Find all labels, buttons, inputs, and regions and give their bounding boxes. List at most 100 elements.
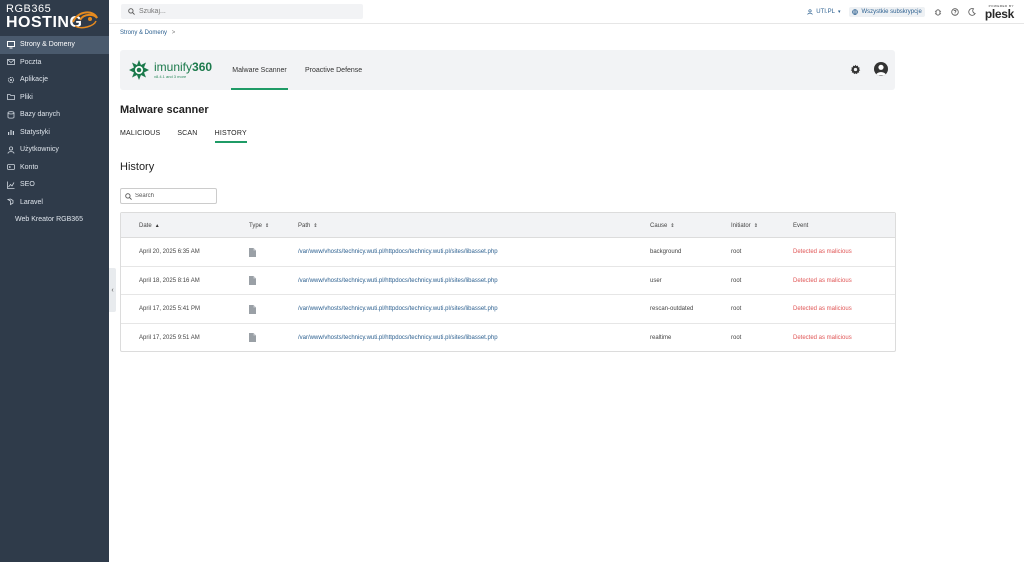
database-icon (7, 110, 15, 119)
cell-date: April 20, 2025 6:35 AM (139, 249, 200, 256)
history-search[interactable] (120, 188, 217, 204)
sort-asc-icon: ▲ (154, 222, 160, 229)
table-row: April 17, 2025 5:41 PM /var/www/vhosts/t… (121, 295, 895, 324)
column-path-label: Path (298, 222, 311, 229)
imunify-logo[interactable]: imunify360 v8.4.1 and 3 more (128, 59, 212, 81)
column-event-label: Event (793, 222, 809, 229)
gear-icon (7, 76, 15, 83)
cell-event: Detected as malicious (793, 277, 852, 284)
history-table: Date ▲ Type ⇕ Path ⇕ Cause ⇕ Initiator ⇕ Even… (120, 212, 896, 352)
avatar[interactable] (874, 62, 888, 76)
bug-icon[interactable] (934, 8, 942, 16)
sidebar-item-label: Statystyki (20, 128, 50, 136)
cell-initiator: root (731, 249, 742, 256)
plesk-logo: POWERED BY plesk (984, 4, 1014, 21)
sort-icon: ⇕ (753, 222, 758, 229)
sidebar-item-seo[interactable]: SEO (0, 176, 109, 194)
sidebar-item-domains[interactable]: Strony & Domeny (0, 36, 109, 54)
file-icon[interactable] (249, 247, 256, 257)
cell-type (249, 324, 256, 353)
sidebar-item-label: Konto (20, 163, 39, 171)
cell-cause: background (650, 249, 682, 256)
sidebar-item-label: Pliki (20, 93, 33, 101)
user-icon (7, 146, 15, 154)
column-type-label: Type (249, 222, 263, 229)
cell-initiator: root (731, 306, 742, 313)
file-icon[interactable] (249, 333, 256, 343)
monitor-icon (7, 40, 15, 49)
dark-mode-moon-icon[interactable] (968, 8, 976, 16)
table-row: April 17, 2025 9:51 AM /var/www/vhosts/t… (121, 324, 895, 353)
sidebar-item-mail[interactable]: Poczta (0, 54, 109, 72)
folder-icon (7, 94, 15, 101)
column-path[interactable]: Path ⇕ (298, 213, 318, 238)
sidebar-item-account[interactable]: Konto (0, 159, 109, 177)
help-icon[interactable] (951, 8, 959, 16)
mail-icon (7, 59, 15, 66)
sidebar: RGB365 HOSTING Strony & Domeny Poczta Ap… (0, 0, 109, 562)
sidebar-item-label: Użytkownicy (20, 146, 59, 154)
tab-history[interactable]: HISTORY (214, 130, 248, 143)
column-initiator[interactable]: Initiator ⇕ (731, 213, 758, 238)
sidebar-item-web-kreator[interactable]: Web Kreator RGB365 (0, 211, 109, 229)
sidebar-nav: Strony & Domeny Poczta Aplikacje Pliki B… (0, 36, 109, 229)
plesk-text: plesk (984, 6, 1014, 21)
sidebar-item-label: Strony & Domeny (20, 41, 75, 49)
subscriptions-label: Wszystkie subskrypcje (861, 9, 922, 15)
history-search-input[interactable] (135, 193, 215, 199)
imunify-brand-suffix: 360 (192, 60, 213, 74)
topbar: UTI.PL ▾ Wszystkie subskrypcje POWERED B… (109, 0, 1024, 24)
topbar-actions: UTI.PL ▾ Wszystkie subskrypcje POWERED B… (807, 0, 1014, 24)
column-event: Event (793, 213, 808, 238)
breadcrumb: Strony & Domeny > (120, 30, 175, 36)
user-icon (807, 9, 813, 15)
breadcrumb-domains-link[interactable]: Strony & Domeny (120, 30, 167, 36)
cell-type (249, 295, 256, 324)
cell-path-link[interactable]: /var/www/vhosts/technicy.wuti.pl/httpdoc… (298, 267, 498, 296)
bar-chart-icon (8, 130, 14, 136)
column-initiator-label: Initiator (731, 222, 751, 229)
cell-type (249, 238, 256, 267)
cell-event: Detected as malicious (793, 249, 852, 256)
sidebar-item-stats[interactable]: Statystyki (0, 124, 109, 142)
sidebar-item-label: Laravel (20, 198, 43, 206)
sidebar-item-databases[interactable]: Bazy danych (0, 106, 109, 124)
cell-event: Detected as malicious (793, 334, 852, 341)
cell-cause: user (650, 277, 662, 284)
sidebar-item-laravel[interactable]: Laravel (0, 194, 109, 212)
tab-malicious[interactable]: MALICIOUS (120, 130, 160, 142)
cell-path-link[interactable]: /var/www/vhosts/technicy.wuti.pl/httpdoc… (298, 238, 498, 267)
sidebar-item-files[interactable]: Pliki (0, 89, 109, 107)
subscriptions-selector[interactable]: Wszystkie subskrypcje (849, 7, 925, 17)
page-title: Malware scanner (120, 104, 209, 116)
cell-path-link[interactable]: /var/www/vhosts/technicy.wuti.pl/httpdoc… (298, 324, 498, 353)
sidebar-item-users[interactable]: Użytkownicy (0, 141, 109, 159)
table-row: April 20, 2025 6:35 AM /var/www/vhosts/t… (121, 238, 895, 267)
sort-icon: ⇕ (313, 222, 318, 229)
column-cause[interactable]: Cause ⇕ (650, 213, 675, 238)
global-search[interactable] (121, 4, 363, 19)
table-header: Date ▲ Type ⇕ Path ⇕ Cause ⇕ Initiator ⇕ Even… (121, 213, 895, 238)
table-row: April 18, 2025 8:16 AM /var/www/vhosts/t… (121, 267, 895, 296)
global-search-input[interactable] (139, 8, 339, 15)
sidebar-item-apps[interactable]: Aplikacje (0, 71, 109, 89)
settings-gear-icon[interactable] (850, 64, 861, 75)
sidebar-item-label: Web Kreator RGB365 (15, 216, 83, 224)
cell-path-link[interactable]: /var/www/vhosts/technicy.wuti.pl/httpdoc… (298, 295, 498, 324)
user-menu[interactable]: UTI.PL ▾ (807, 9, 840, 15)
tab-malware-scanner[interactable]: Malware Scanner (231, 50, 288, 90)
column-type[interactable]: Type ⇕ (249, 213, 269, 238)
column-cause-label: Cause (650, 222, 668, 229)
sidebar-collapse-button[interactable]: ‹ (109, 268, 116, 312)
history-heading: History (120, 161, 155, 173)
imunify-star-icon (129, 60, 149, 80)
tab-scan[interactable]: SCAN (177, 130, 197, 142)
file-icon[interactable] (249, 304, 256, 314)
globe-icon (852, 9, 859, 15)
column-date[interactable]: Date ▲ (139, 213, 160, 238)
tab-proactive-defense[interactable]: Proactive Defense (305, 50, 362, 90)
rgb365-logo[interactable]: RGB365 HOSTING (0, 0, 109, 36)
search-icon (128, 8, 135, 15)
file-icon[interactable] (249, 276, 256, 286)
logo-swirl-icon (72, 11, 98, 29)
